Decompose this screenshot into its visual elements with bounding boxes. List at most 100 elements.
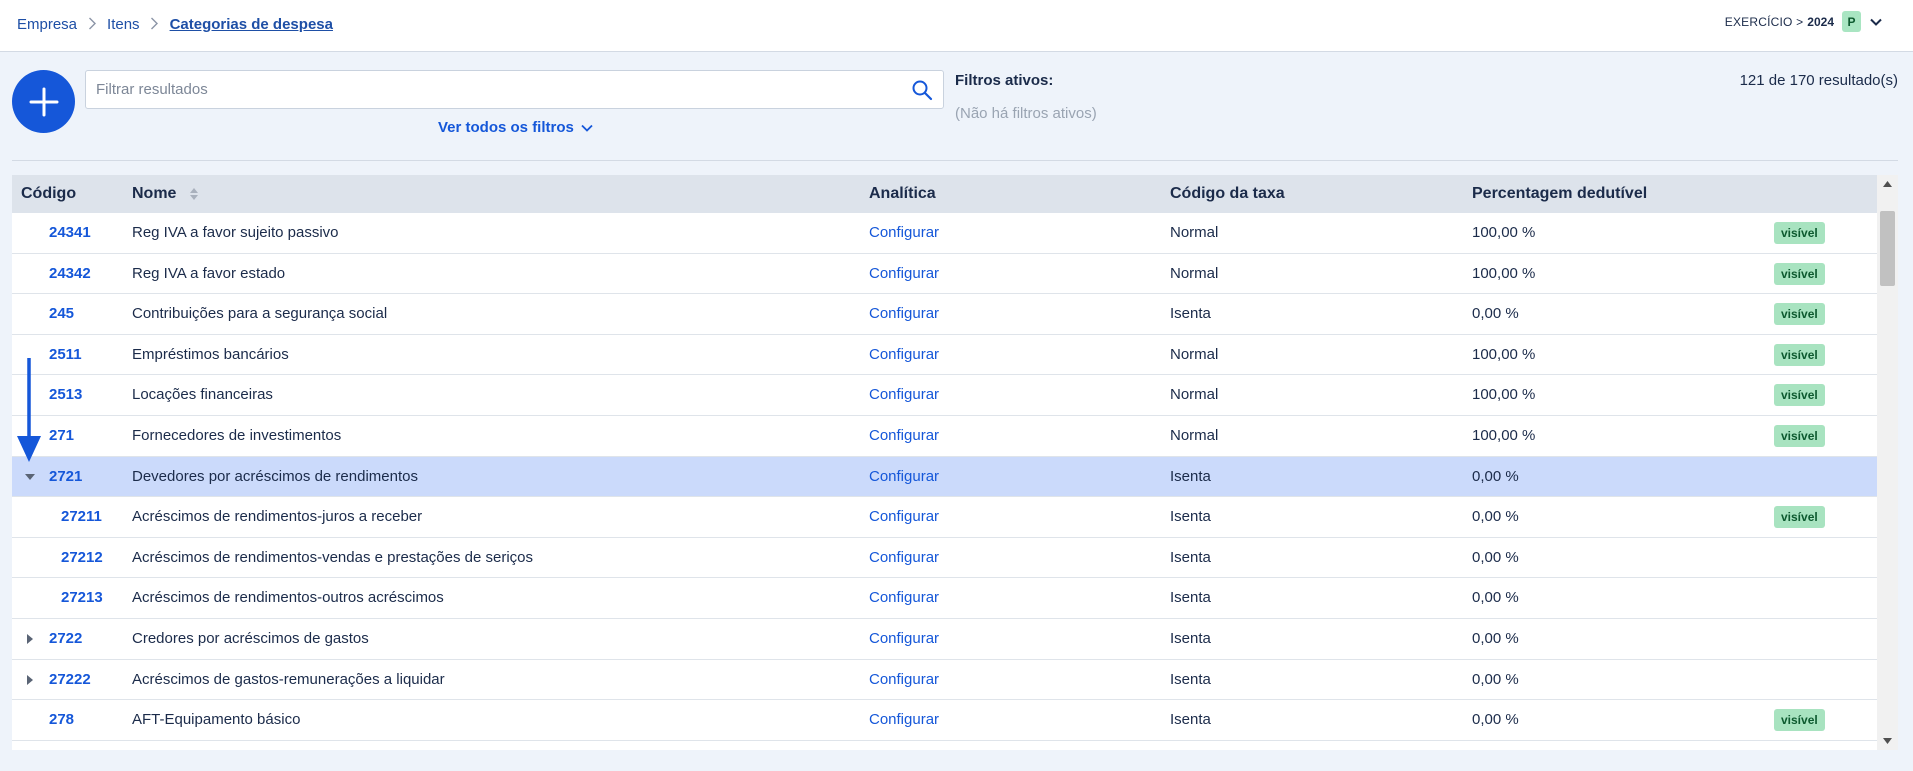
categories-table: Código Nome Analítica Código da taxa Per…: [12, 175, 1898, 750]
row-percentage: 100,00 %: [1472, 224, 1536, 241]
row-tax-code: Isenta: [1170, 670, 1211, 688]
configure-link[interactable]: Configurar: [869, 294, 939, 334]
table-row[interactable]: 2513 Locações financeiras Configurar Normal…: [12, 375, 1877, 416]
row-name: Devedores por acréscimos de rendimentos: [132, 467, 418, 485]
column-header-codigo[interactable]: Código: [21, 175, 76, 213]
column-header-analitica[interactable]: Analítica: [869, 175, 936, 213]
top-bar: Empresa Itens Categorias de despesa EXER…: [0, 0, 1913, 52]
table-row[interactable]: 278 AFT-Equipamento básico Configurar Isent…: [12, 700, 1877, 741]
row-percentage: 0,00 %: [1472, 467, 1519, 485]
row-code[interactable]: 245: [49, 294, 74, 334]
configure-link[interactable]: Configurar: [869, 335, 939, 375]
caret-right-icon[interactable]: [24, 633, 36, 645]
table-row[interactable]: 27213 Acréscimos de rendimentos-outros ac…: [12, 578, 1877, 619]
chevron-right-icon: [140, 17, 170, 33]
row-name: Locações financeiras: [132, 386, 273, 404]
scroll-down-arrow-icon[interactable]: [1877, 732, 1898, 750]
row-percentage: 0,00 %: [1472, 630, 1519, 647]
search-box: [85, 70, 944, 109]
configure-link[interactable]: Configurar: [869, 213, 939, 253]
caret-right-icon[interactable]: [24, 674, 36, 686]
add-button[interactable]: [12, 70, 75, 133]
visibility-badge: visível: [1774, 709, 1825, 732]
exercise-label: EXERCÍCIO >: [1724, 14, 1804, 29]
column-header-codigo-taxa[interactable]: Código da taxa: [1170, 175, 1285, 213]
row-tax-code: Isenta: [1170, 548, 1211, 566]
breadcrumb: Empresa Itens Categorias de despesa: [17, 16, 333, 33]
table-row[interactable]: 24342 Reg IVA a favor estado Configurar Nor…: [12, 253, 1877, 295]
table-row[interactable]: 24341 Reg IVA a favor sujeito passivo Conf…: [12, 213, 1877, 254]
exercise-selector[interactable]: EXERCÍCIO > 2024 P: [1725, 11, 1883, 32]
arrow-down-icon: [17, 358, 41, 462]
table-row[interactable]: 2722 Credores por acréscimos de gastos Con…: [12, 619, 1877, 660]
row-code[interactable]: 24342: [49, 254, 91, 294]
row-code[interactable]: 2722: [49, 619, 82, 659]
chevron-down-icon[interactable]: [1869, 15, 1883, 29]
row-name: Acréscimos de rendimentos-juros a recebe…: [132, 508, 423, 526]
caret-down-icon[interactable]: [24, 471, 36, 483]
table-row[interactable]: 2511 Empréstimos bancários Configurar Norma…: [12, 334, 1877, 376]
configure-link[interactable]: Configurar: [869, 700, 939, 740]
row-name: Empréstimos bancários: [132, 345, 289, 363]
row-name: AFT-Equipamento básico: [132, 711, 301, 729]
scrollbar-thumb[interactable]: [1880, 211, 1895, 286]
row-name: Fornecedores de investimentos: [132, 427, 342, 444]
row-code[interactable]: 24341: [49, 213, 91, 253]
configure-link[interactable]: Configurar: [869, 416, 939, 456]
configure-link[interactable]: Configurar: [869, 497, 939, 537]
row-code[interactable]: 2511: [49, 335, 82, 375]
scroll-up-arrow-icon[interactable]: [1877, 175, 1898, 193]
table-header: Código Nome Analítica Código da taxa Per…: [12, 175, 1877, 213]
configure-link[interactable]: Configurar: [869, 619, 939, 659]
row-tax-code: Normal: [1170, 345, 1219, 363]
divider: [12, 160, 1898, 161]
exercise-status-badge: P: [1842, 11, 1861, 32]
row-percentage: 100,00 %: [1472, 345, 1536, 363]
configure-link[interactable]: Configurar: [869, 457, 939, 497]
table-row[interactable]: 245 Contribuições para a segurança social…: [12, 294, 1877, 335]
visibility-badge: visível: [1774, 384, 1825, 407]
chevron-down-icon: [581, 124, 593, 132]
sort-icon[interactable]: [189, 187, 199, 201]
table-row[interactable]: 27212 Acréscimos de rendimentos-vendas e …: [12, 537, 1877, 579]
configure-link[interactable]: Configurar: [869, 538, 939, 578]
configure-link[interactable]: Configurar: [869, 578, 939, 618]
breadcrumb-item-empresa[interactable]: Empresa: [17, 16, 77, 33]
row-percentage: 0,00 %: [1472, 305, 1519, 323]
configure-link[interactable]: Configurar: [869, 660, 939, 700]
vertical-scrollbar[interactable]: [1877, 175, 1898, 750]
row-percentage: 100,00 %: [1472, 386, 1536, 404]
search-input[interactable]: [96, 71, 896, 108]
row-name: Acréscimos de rendimentos-vendas e prest…: [132, 548, 534, 566]
all-filters-button[interactable]: Ver todos os filtros: [438, 119, 593, 136]
row-code[interactable]: 2721: [49, 457, 82, 497]
row-percentage: 100,00 %: [1472, 427, 1536, 444]
configure-link[interactable]: Configurar: [869, 254, 939, 294]
row-code[interactable]: 278: [49, 700, 74, 740]
active-filters-title: Filtros ativos:: [955, 72, 1054, 89]
breadcrumb-item-itens[interactable]: Itens: [107, 16, 140, 33]
row-tax-code: Isenta: [1170, 711, 1211, 729]
row-name: Acréscimos de gastos-remunerações a liqu…: [132, 670, 445, 688]
table-row[interactable]: 27211 Acréscimos de rendimentos-juros a r…: [12, 497, 1877, 538]
breadcrumb-item-current[interactable]: Categorias de despesa: [170, 16, 333, 33]
row-code[interactable]: 2513: [49, 375, 82, 415]
row-code[interactable]: 27211: [61, 497, 102, 537]
table-row[interactable]: 271 Fornecedores de investimentos Configur…: [12, 416, 1877, 457]
table-row[interactable]: 2721 Devedores por acréscimos de rendimen…: [12, 456, 1877, 498]
row-percentage: 0,00 %: [1472, 548, 1519, 566]
search-icon[interactable]: [911, 79, 933, 101]
table-row[interactable]: 27222 Acréscimos de gastos-remunerações a…: [12, 659, 1877, 701]
row-code[interactable]: 271: [49, 416, 74, 456]
row-tax-code: Normal: [1170, 386, 1219, 404]
column-header-percentagem[interactable]: Percentagem dedutível: [1472, 175, 1647, 213]
configure-link[interactable]: Configurar: [869, 375, 939, 415]
row-tax-code: Isenta: [1170, 630, 1211, 647]
row-tax-code: Isenta: [1170, 305, 1211, 323]
visibility-badge: visível: [1774, 425, 1825, 447]
row-code[interactable]: 27222: [49, 660, 91, 700]
row-percentage: 0,00 %: [1472, 589, 1519, 607]
row-code[interactable]: 27212: [61, 538, 103, 578]
column-header-nome[interactable]: Nome: [132, 175, 199, 213]
row-code[interactable]: 27213: [61, 578, 103, 618]
